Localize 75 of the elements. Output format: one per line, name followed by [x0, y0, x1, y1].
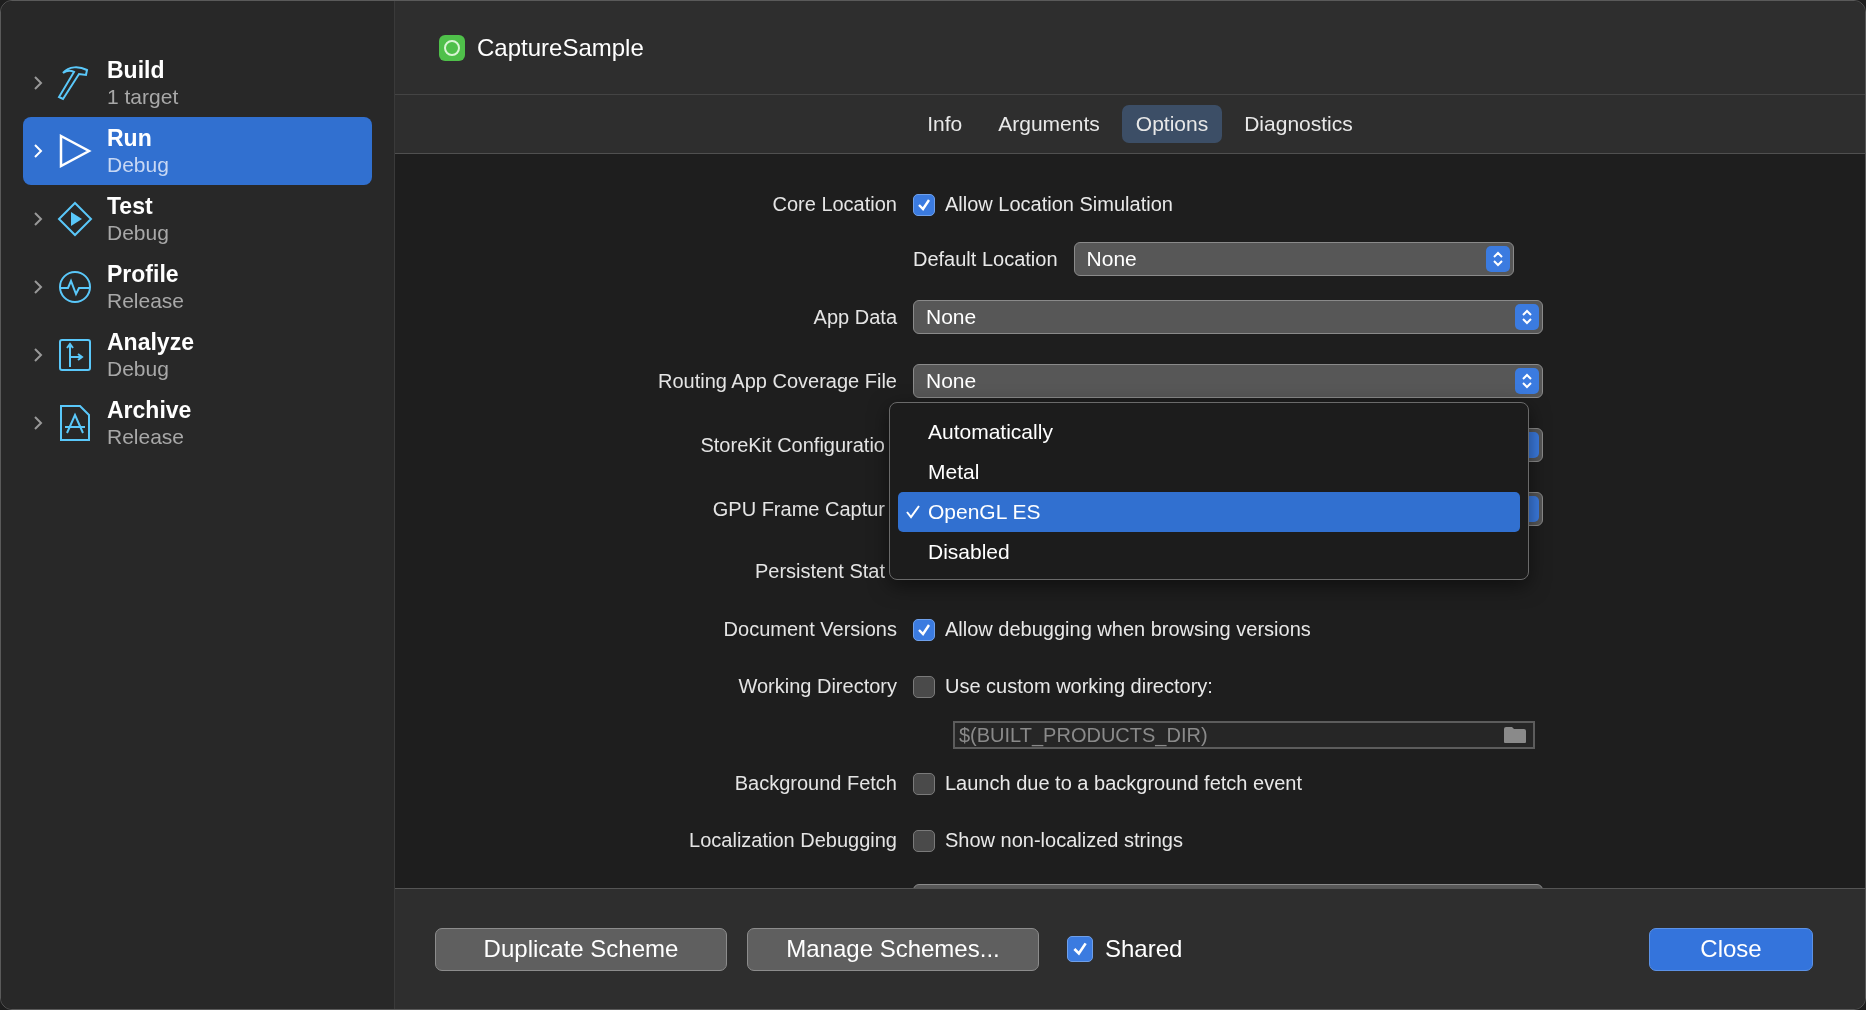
check-icon: [1071, 940, 1089, 958]
menu-item[interactable]: Metal: [898, 452, 1520, 492]
scheme-action-subtitle: Release: [107, 424, 186, 450]
play-icon: [57, 134, 93, 168]
checkbox-label: Allow Location Simulation: [945, 193, 1173, 216]
option-label: GPU Frame Captur: [712, 497, 885, 521]
waveform-circle-icon: [57, 270, 93, 304]
scheme-action-subtitle: Debug: [107, 220, 169, 246]
option-label: App Data: [813, 305, 897, 329]
option-label: Core Location: [772, 193, 897, 216]
option-label: Persistent Stat: [754, 559, 885, 583]
checkbox-label: Allow debugging when browsing versions: [945, 618, 1311, 641]
menu-item[interactable]: OpenGL ES: [898, 492, 1520, 532]
checkbox[interactable]: [913, 772, 935, 795]
option-label: Background Fetch: [734, 772, 897, 795]
footer-button[interactable]: Manage Schemes...: [747, 927, 1039, 971]
close-button[interactable]: Close: [1649, 927, 1813, 971]
checkbox-label: Launch due to a background fetch event: [945, 772, 1302, 795]
folder-icon: [1503, 726, 1527, 744]
footer-button[interactable]: Duplicate Scheme: [435, 927, 727, 971]
stepper-icon: [1491, 250, 1504, 268]
chevron-icon: [33, 211, 43, 227]
menu-item[interactable]: Disabled: [898, 532, 1520, 572]
chevron-icon: [33, 415, 43, 431]
option-label: Default Location: [913, 247, 1058, 271]
chevron-icon: [33, 279, 43, 295]
path-field[interactable]: $(BUILT_PRODUCTS_DIR): [953, 721, 1535, 749]
scheme-action-subtitle: 1 target: [107, 84, 179, 110]
scheme-action-title: Profile: [107, 260, 180, 288]
option-label: Localization Debugging: [689, 829, 897, 852]
tab[interactable]: Arguments: [984, 105, 1114, 143]
checkbox-label: Use custom working directory:: [945, 675, 1213, 698]
checkbox-label: Show non-localized strings: [945, 829, 1183, 852]
scheme-action-title: Run: [107, 124, 153, 152]
scheme-action-title: Analyze: [107, 328, 194, 356]
checkbox[interactable]: [913, 618, 935, 641]
popup-button[interactable]: None: [913, 364, 1543, 398]
scheme-action-subtitle: Debug: [107, 152, 169, 178]
document-a-icon: [57, 405, 93, 441]
checkmark-icon: [905, 504, 921, 520]
scheme-action-item[interactable]: Test Debug: [23, 185, 372, 253]
scheme-action-item[interactable]: Profile Release: [23, 253, 372, 321]
scheme-title: CaptureSample: [477, 33, 644, 62]
checkbox[interactable]: [913, 675, 935, 698]
checkbox[interactable]: [913, 829, 935, 852]
scheme-action-item[interactable]: Build 1 target: [23, 49, 372, 117]
scheme-action-title: Build: [107, 56, 166, 84]
app-icon: [439, 34, 465, 61]
chevron-icon: [33, 143, 43, 159]
tab[interactable]: Options: [1121, 105, 1223, 143]
scheme-action-item[interactable]: Archive Release: [23, 389, 372, 457]
diamond-play-icon: [57, 201, 93, 237]
option-label: Document Versions: [723, 618, 897, 641]
chevron-icon: [33, 75, 43, 91]
popup-button[interactable]: None: [913, 300, 1543, 334]
scheme-action-title: Archive: [107, 396, 192, 424]
checkbox[interactable]: [1067, 936, 1093, 962]
checkbox[interactable]: [913, 193, 935, 216]
tab[interactable]: Diagnostics: [1230, 105, 1367, 143]
scheme-action-item[interactable]: Analyze Debug: [23, 321, 372, 389]
scheme-action-item[interactable]: Run Debug: [23, 117, 372, 185]
option-label: Working Directory: [738, 675, 897, 698]
option-label: StoreKit Configuratio: [700, 433, 885, 457]
scheme-action-title: Test: [107, 192, 154, 220]
option-label: Routing App Coverage File: [657, 369, 897, 393]
checkbox-label: Shared: [1105, 935, 1183, 963]
menu-item[interactable]: Automatically: [898, 412, 1520, 452]
scheme-action-subtitle: Debug: [107, 356, 170, 382]
scheme-action-subtitle: Release: [107, 288, 185, 314]
placeholder-text: $(BUILT_PRODUCTS_DIR): [959, 723, 1209, 747]
chevron-icon: [33, 347, 43, 363]
stepper-icon: [1521, 308, 1533, 326]
tab[interactable]: Info: [913, 105, 977, 143]
popup-button[interactable]: None: [1073, 242, 1514, 276]
stepper-icon: [1521, 372, 1533, 390]
